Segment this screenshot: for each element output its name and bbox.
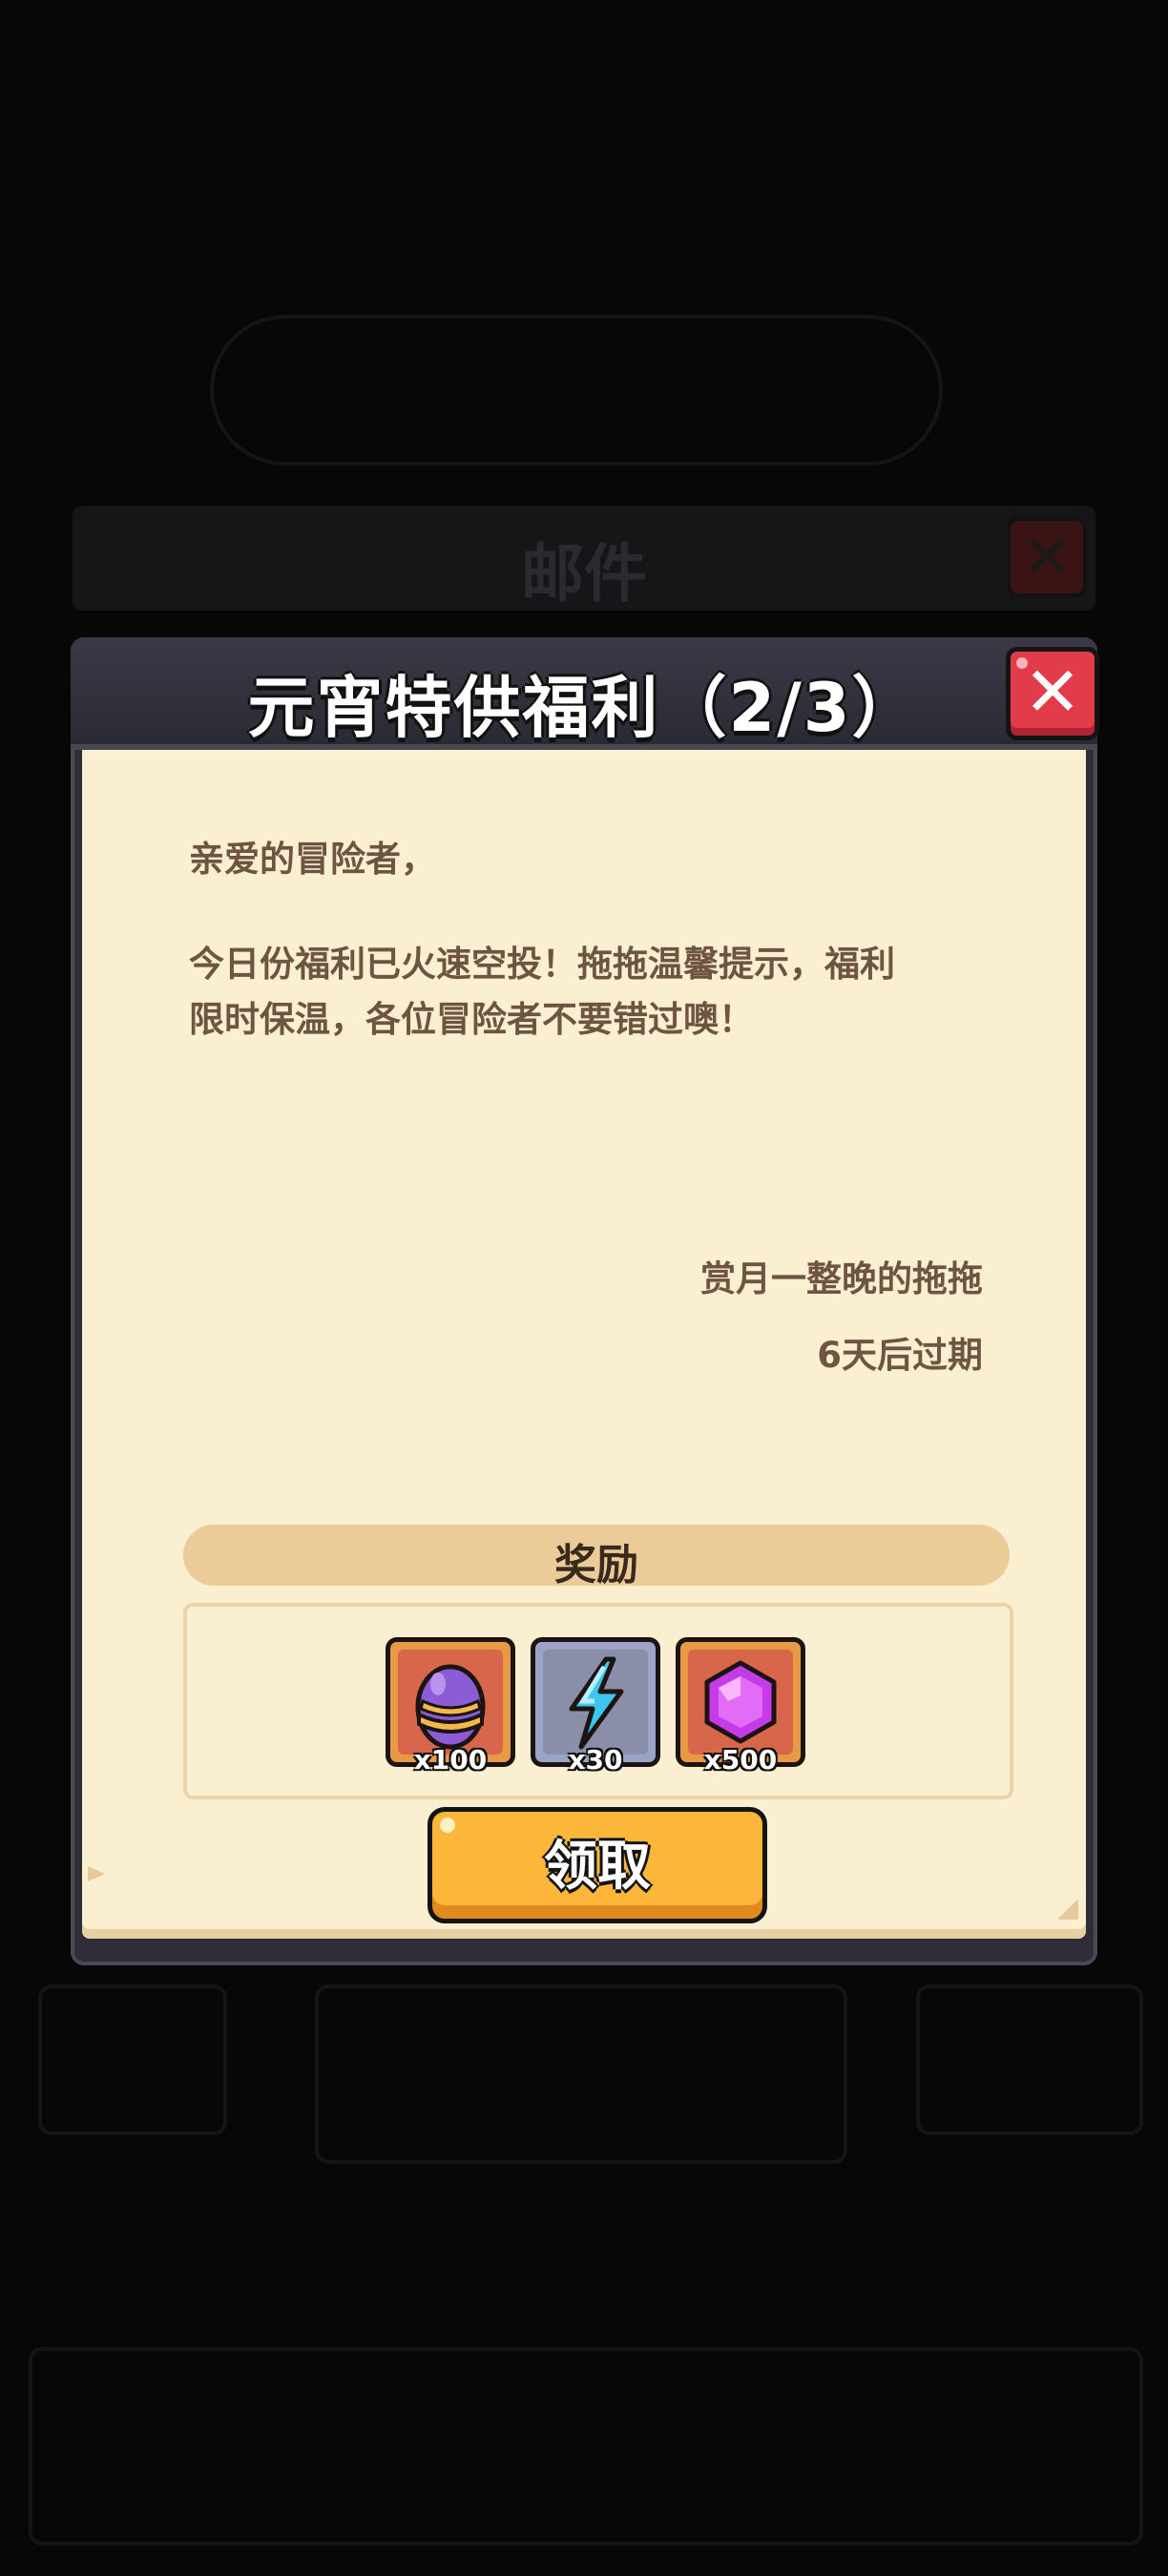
body-line-2: 限时保温，各位冒险者不要错过噢！ — [189, 999, 754, 1040]
reward-item-energy[interactable]: x30 — [531, 1637, 660, 1776]
bg-bottom-bar — [29, 2347, 1143, 2545]
lightning-bolt-icon — [569, 1656, 624, 1750]
claim-label: 领取 — [544, 1836, 651, 1898]
mail-close-button: ✕ — [1007, 517, 1087, 597]
mail-detail-dialog: 元宵特供福利（2/3） ✕ 亲爱的冒险者， 今日份福利已火速空投！拖拖温馨提示，… — [71, 637, 1099, 1965]
bg-card-right — [916, 1984, 1143, 2135]
purple-gem-icon — [704, 1660, 777, 1744]
rewards-header: 奖励 — [183, 1525, 1010, 1589]
bg-top-banner — [210, 315, 943, 466]
paper-corner-right — [1057, 1899, 1078, 1920]
bg-card-center — [315, 1984, 847, 2164]
dialog-title: 元宵特供福利（2/3） — [247, 669, 921, 747]
close-icon: ✕ — [1022, 524, 1072, 591]
body-line-1: 今日份福利已火速空投！拖拖温馨提示，福利 — [189, 944, 895, 985]
signature-text: 赏月一整晚的拖拖 — [700, 1258, 983, 1299]
item-count: x100 — [413, 1744, 488, 1776]
mail-panel-header: 邮件 — [73, 506, 1095, 611]
bg-card-left — [38, 1984, 227, 2135]
reward-item-gem[interactable]: x500 — [676, 1637, 805, 1776]
greeting-text: 亲爱的冒险者， — [189, 839, 436, 880]
rewards-label: 奖励 — [554, 1541, 638, 1589]
item-count: x30 — [568, 1744, 623, 1776]
close-icon: ✕ — [1023, 652, 1082, 732]
paper-corner-left — [88, 1866, 105, 1881]
letter-paper: 亲爱的冒险者， 今日份福利已火速空投！拖拖温馨提示，福利 限时保温，各位冒险者不… — [82, 750, 1086, 1939]
purple-egg-icon — [415, 1664, 486, 1750]
expiry-text: 6天后过期 — [817, 1335, 983, 1376]
item-count: x500 — [703, 1744, 778, 1776]
dialog-title-bar: 元宵特供福利（2/3） — [71, 637, 1097, 747]
close-button[interactable]: ✕ — [1006, 647, 1099, 740]
claim-button[interactable]: 领取 — [428, 1807, 767, 1923]
reward-item-egg[interactable]: x100 — [386, 1637, 515, 1776]
mail-title: 邮件 — [521, 537, 647, 611]
